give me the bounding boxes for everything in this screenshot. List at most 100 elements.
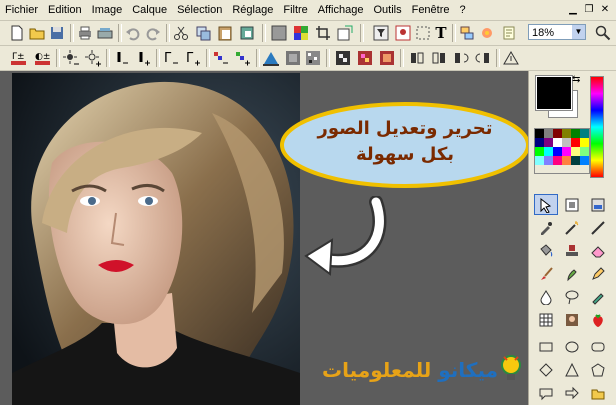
undo-icon[interactable] (124, 24, 142, 42)
palette-swatch[interactable] (562, 156, 571, 165)
menu-calque[interactable]: Calque (127, 4, 172, 16)
scanner-icon[interactable] (96, 24, 114, 42)
contrast-up-icon[interactable] (134, 49, 152, 67)
menu-selection[interactable]: Sélection (172, 4, 227, 16)
palette-swatch[interactable] (580, 147, 589, 156)
pen-icon[interactable] (586, 263, 610, 284)
rectangle-icon[interactable] (534, 336, 558, 357)
new-file-icon[interactable] (8, 24, 26, 42)
auto-contrast-icon[interactable]: ◐± (34, 49, 52, 67)
palette-swatch[interactable] (535, 129, 544, 138)
menu-edition[interactable]: Edition (43, 4, 87, 16)
zoom-magnifier-icon[interactable] (594, 24, 612, 42)
stamp-icon[interactable] (560, 240, 584, 261)
eyedropper-icon[interactable] (534, 217, 558, 238)
palette-swatch[interactable] (544, 156, 553, 165)
palette-swatch[interactable] (571, 138, 580, 147)
palette-swatch[interactable] (553, 156, 562, 165)
auto-fix-icon[interactable] (502, 49, 520, 67)
folder-icon[interactable] (586, 382, 610, 403)
palette-swatch[interactable] (580, 129, 589, 138)
crop-icon[interactable] (314, 24, 332, 42)
triangle-icon[interactable] (560, 359, 584, 380)
palette-swatch[interactable] (535, 156, 544, 165)
contrast-down-icon[interactable] (112, 49, 130, 67)
line-icon[interactable] (586, 217, 610, 238)
palette-swatch[interactable] (535, 138, 544, 147)
palette-swatch[interactable] (571, 147, 580, 156)
hue-slider[interactable] (590, 76, 604, 178)
gamma-down-icon[interactable]: Γ (162, 49, 180, 67)
script-icon[interactable] (500, 24, 518, 42)
menu-reglage[interactable]: Réglage (227, 4, 278, 16)
print-icon[interactable] (76, 24, 94, 42)
text-icon[interactable]: T (432, 24, 450, 42)
image-color-icon[interactable] (292, 24, 310, 42)
bucket-icon[interactable] (534, 240, 558, 261)
drop-icon[interactable] (534, 286, 558, 307)
palette-swatch[interactable] (580, 138, 589, 147)
gamma-up-icon[interactable]: Γ (184, 49, 202, 67)
image-gray-icon[interactable] (270, 24, 288, 42)
palette-swatch[interactable] (571, 129, 580, 138)
eraser-icon[interactable] (586, 240, 610, 261)
paste-icon[interactable] (216, 24, 234, 42)
saturation-down-icon[interactable] (212, 49, 230, 67)
image-frame-icon[interactable] (394, 24, 412, 42)
brush-icon[interactable] (534, 263, 558, 284)
palette-swatch[interactable] (562, 129, 571, 138)
effects-icon[interactable] (478, 24, 496, 42)
menu-fenetre[interactable]: Fenêtre (407, 4, 455, 16)
magic-wand-icon[interactable] (560, 217, 584, 238)
palette-swatch[interactable] (562, 147, 571, 156)
palette-swatch[interactable] (544, 147, 553, 156)
blur-icon[interactable] (586, 286, 610, 307)
speech-bubble-icon[interactable] (534, 382, 558, 403)
palette-swatch[interactable] (553, 147, 562, 156)
mosaic-icon[interactable] (356, 49, 374, 67)
foreground-color-swatch[interactable] (535, 75, 573, 111)
blur-filter-icon[interactable] (284, 49, 302, 67)
zoom-select[interactable]: 18% ▼ (528, 24, 586, 40)
palette-swatch[interactable] (571, 156, 580, 165)
fill-icon[interactable] (586, 194, 610, 215)
auto-levels-icon[interactable]: Γ± (10, 49, 28, 67)
arrow-shape-icon[interactable] (560, 382, 584, 403)
lasso-icon[interactable] (560, 286, 584, 307)
ellipse-icon[interactable] (560, 336, 584, 357)
filter-icon[interactable] (372, 24, 390, 42)
noise-icon[interactable] (304, 49, 322, 67)
brightness-up-icon[interactable] (84, 49, 102, 67)
sharpen-icon[interactable] (262, 49, 280, 67)
close-icon[interactable]: ✕ (598, 3, 612, 16)
palette-swatch[interactable] (562, 138, 571, 147)
layers-icon[interactable] (458, 24, 476, 42)
restore-icon[interactable]: ❐ (582, 3, 596, 16)
palette-swatch[interactable] (553, 138, 562, 147)
save-icon[interactable] (48, 24, 66, 42)
menu-fichier[interactable]: Fichier (0, 4, 43, 16)
menu-affichage[interactable]: Affichage (313, 4, 369, 16)
paste-new-icon[interactable] (238, 24, 256, 42)
flip-horizontal-icon[interactable] (408, 49, 426, 67)
polygon-icon[interactable] (586, 359, 610, 380)
rotate-right-icon[interactable] (474, 49, 492, 67)
layer-move-icon[interactable] (560, 194, 584, 215)
minimize-icon[interactable]: ▁ (566, 3, 580, 16)
palette-swatch[interactable] (580, 156, 589, 165)
brightness-down-icon[interactable] (62, 49, 80, 67)
emboss-icon[interactable] (334, 49, 352, 67)
menu-filtre[interactable]: Filtre (278, 4, 312, 16)
diamond-icon[interactable] (534, 359, 558, 380)
copy-icon[interactable] (194, 24, 212, 42)
palette-swatch[interactable] (544, 138, 553, 147)
strawberry-icon[interactable] (586, 309, 610, 330)
flip-vertical-icon[interactable] (430, 49, 448, 67)
menu-help[interactable]: ? (455, 4, 471, 16)
open-folder-icon[interactable] (28, 24, 46, 42)
rounded-rect-icon[interactable] (586, 336, 610, 357)
smudge-icon[interactable] (560, 263, 584, 284)
menu-outils[interactable]: Outils (368, 4, 406, 16)
selection-icon[interactable] (414, 24, 432, 42)
palette-swatch[interactable] (553, 129, 562, 138)
